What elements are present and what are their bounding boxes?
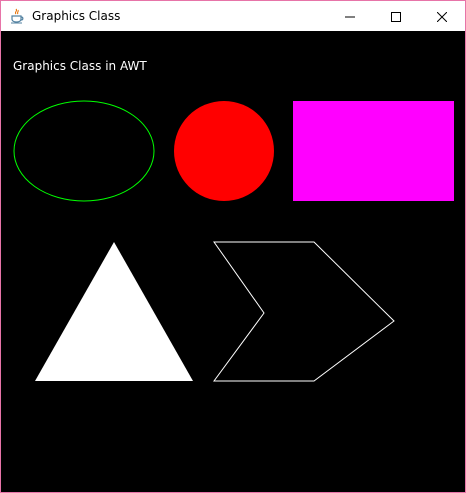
drawing-canvas: Graphics Class in AWT xyxy=(1,31,465,492)
close-icon xyxy=(436,7,448,26)
white-filled-triangle xyxy=(35,242,193,381)
maximize-button[interactable] xyxy=(373,1,419,31)
java-icon xyxy=(9,8,25,24)
close-button[interactable] xyxy=(419,1,465,31)
shapes-drawing xyxy=(13,100,454,382)
green-oval-outline xyxy=(13,100,155,202)
magenta-filled-rectangle xyxy=(293,101,454,201)
minimize-button[interactable] xyxy=(327,1,373,31)
minimize-icon xyxy=(345,7,355,26)
window-title: Graphics Class xyxy=(32,9,121,23)
red-filled-circle xyxy=(174,101,274,201)
maximize-icon xyxy=(391,7,401,26)
title-bar[interactable]: Graphics Class xyxy=(1,1,465,31)
app-window: Graphics Class Graphics Class in AWT xyxy=(0,0,466,493)
white-chevron-outline xyxy=(213,241,395,382)
